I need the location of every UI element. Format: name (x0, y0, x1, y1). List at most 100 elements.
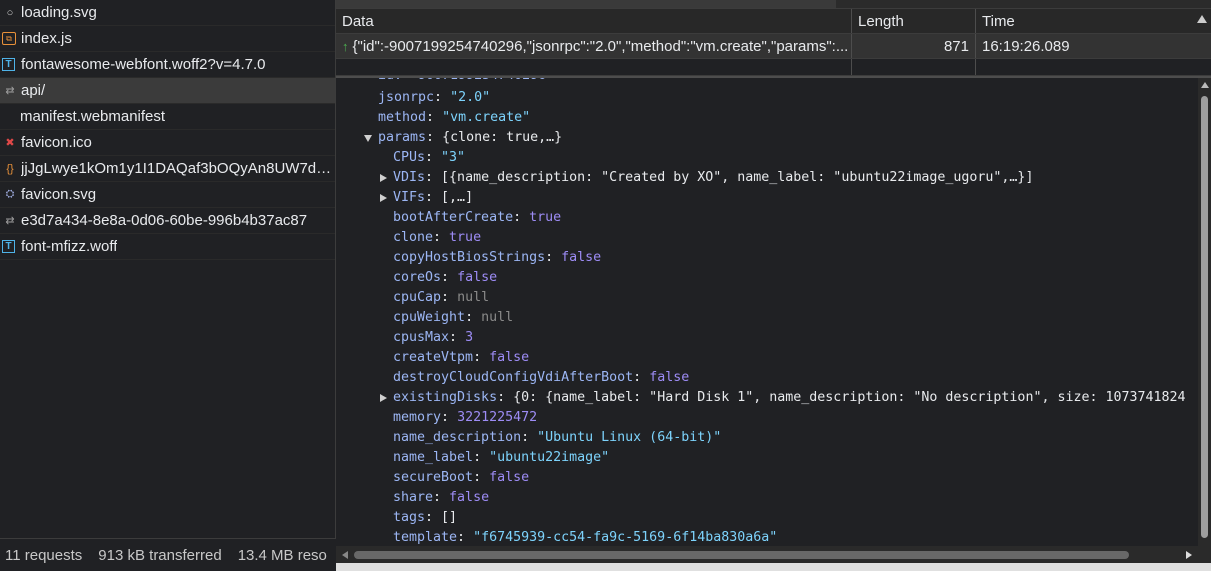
tree-key: cpuCap (393, 290, 442, 305)
tree-key: createVtpm (393, 350, 474, 365)
tree-line-memory: memory: 3221225472 (336, 408, 1198, 428)
vertical-scrollbar[interactable] (1198, 78, 1211, 546)
scroll-right-icon[interactable] (1186, 551, 1192, 559)
tree-value: [,…] (441, 190, 474, 205)
tree-value: "Ubuntu Linux (64-bit)" (537, 430, 722, 445)
colon-separator: : (473, 450, 490, 465)
tree-line-cpuCap: cpuCap: null (336, 288, 1198, 308)
request-count: 11 requests (5, 546, 83, 564)
request-row[interactable]: Tfont-mfizz.woff (0, 234, 335, 260)
colon-separator: : (433, 230, 450, 245)
tree-key: secureBoot (393, 470, 474, 485)
tree-key: VIFs (393, 190, 426, 205)
tree-line-template: template: "f6745939-cc54-fa9c-5169-6f14b… (336, 528, 1198, 546)
tree-line-copyHostBiosStrings: copyHostBiosStrings: false (336, 248, 1198, 268)
js-file-icon: ⧉ (2, 32, 16, 45)
collapse-icon[interactable] (364, 135, 372, 142)
tree-value: false (561, 250, 602, 265)
vertical-scroll-thumb[interactable] (1201, 96, 1208, 538)
request-row[interactable]: ⧉ index.js (0, 26, 335, 52)
tree-line-method: method: "vm.create" (378, 110, 531, 125)
tree-key: clone (393, 230, 434, 245)
tree-line-cpusMax: cpusMax: 3 (336, 328, 1198, 348)
tree-id-partial: id: -9007199254740296 (378, 78, 546, 86)
tree-key: share (393, 490, 434, 505)
tree-value: "2.0" (450, 90, 491, 105)
tree-line-share: share: false (336, 488, 1198, 508)
tree-value: 3 (465, 330, 474, 345)
message-data-text: {"id":-9007199254740296,"jsonrpc":"2.0",… (352, 37, 849, 55)
horizontal-scroll-thumb[interactable] (354, 551, 1129, 559)
request-row[interactable]: manifest.webmanifest (0, 104, 335, 130)
request-row[interactable]: ✖ favicon.ico (0, 130, 335, 156)
colon-separator: : (425, 170, 442, 185)
scroll-up-icon[interactable] (1201, 82, 1209, 88)
column-header-length[interactable]: Length (852, 9, 976, 33)
tree-line-jsonrpc: jsonrpc: "2.0" (378, 90, 491, 105)
tree-line-existingDisks[interactable]: existingDisks: {0: {name_label: "Hard Di… (336, 388, 1198, 408)
expand-icon[interactable] (380, 394, 387, 402)
json-file-icon: {} (6, 162, 14, 175)
tree-line-cpuWeight: cpuWeight: null (336, 308, 1198, 328)
request-row[interactable]: ⛭ favicon.svg (0, 182, 335, 208)
tree-line-CPUs: CPUs: "3" (336, 148, 1198, 168)
font-file-icon: T (2, 240, 15, 253)
tree-value: [{name_description: "Created by XO", nam… (441, 170, 1034, 185)
network-status-bar: 11 requests 913 kB transferred 13.4 MB r… (0, 538, 336, 571)
tree-key: cpusMax (393, 330, 450, 345)
request-name: index.js (21, 30, 72, 47)
tree-key: name_label (393, 450, 474, 465)
expand-icon[interactable] (380, 174, 387, 182)
tree-key: cpuWeight (393, 310, 466, 325)
tree-value: null (457, 290, 490, 305)
column-header-data[interactable]: Data (336, 9, 852, 33)
expand-icon[interactable] (380, 194, 387, 202)
tree-value: true (449, 230, 482, 245)
tree-key: destroyCloudConfigVdiAfterBoot (393, 370, 634, 385)
request-list: ○ loading.svg ⧉ index.js Tfontawesome-webfon… (0, 0, 335, 260)
tree-value: "f6745939-cc54-fa9c-5169-6f14ba830a6a" (473, 530, 778, 545)
request-row[interactable]: ⇄ e3d7a434-8e8a-0d06-60be-996b4b37ac87 (0, 208, 335, 234)
request-row[interactable]: {} jjJgLwye1kOm1y1I1DAQaf3bOQyAn8UW7dY... (0, 156, 335, 182)
scroll-left-icon[interactable] (342, 551, 348, 559)
colon-separator: : (513, 210, 530, 225)
tree-line-VDIs[interactable]: VDIs: [{name_description: "Created by XO… (336, 168, 1198, 188)
websocket-icon: ⇄ (5, 85, 15, 97)
tree-line-VIFs[interactable]: VIFs: [,…] (336, 188, 1198, 208)
tree-line-tags: tags: [] (336, 508, 1198, 528)
scrollbar-corner (1198, 546, 1211, 563)
horizontal-scrollbar[interactable] (336, 546, 1198, 563)
request-name: favicon.svg (21, 186, 97, 203)
column-header-time-label: Time (982, 12, 1015, 30)
empty-cell (336, 59, 852, 75)
colon-separator: : (545, 250, 562, 265)
request-row[interactable]: ⇄ api/ (0, 78, 335, 104)
colon-separator: : (449, 330, 466, 345)
colon-separator: : (457, 530, 474, 545)
tree-key: coreOs (393, 270, 442, 285)
tree-value: false (457, 270, 498, 285)
tree-key: memory (393, 410, 442, 425)
tree-line-bootAfterCreate: bootAfterCreate: true (336, 208, 1198, 228)
column-header-time[interactable]: Time (976, 9, 1211, 33)
request-name: api/ (21, 82, 46, 99)
tree-key: method (378, 110, 427, 125)
image-file-icon: ✖ (5, 137, 15, 149)
tree-line-params[interactable]: params: {clone: true,…} (336, 128, 1198, 148)
colon-separator: : (441, 270, 458, 285)
tree-key: CPUs (393, 150, 426, 165)
tree-key: existingDisks (393, 390, 498, 405)
tree-key: template (393, 530, 458, 545)
tab-strip-bar[interactable] (336, 0, 836, 8)
empty-cell (852, 59, 976, 75)
tree-key: tags (393, 510, 426, 525)
tree-summary: {clone: true,…} (442, 130, 563, 145)
request-list-panel: ○ loading.svg ⧉ index.js Tfontawesome-webfon… (0, 0, 336, 571)
tree-line-id: id: -9007199254740296 (336, 78, 1198, 86)
tree-line-coreOs: coreOs: false (336, 268, 1198, 288)
request-name: manifest.webmanifest (20, 108, 166, 125)
request-row[interactable]: Tfontawesome-webfont.woff2?v=4.7.0 (0, 52, 335, 78)
request-row[interactable]: ○ loading.svg (0, 0, 335, 26)
message-row[interactable]: ↑ {"id":-9007199254740296,"jsonrpc":"2.0… (336, 34, 1211, 59)
sort-ascending-icon (1197, 15, 1207, 23)
